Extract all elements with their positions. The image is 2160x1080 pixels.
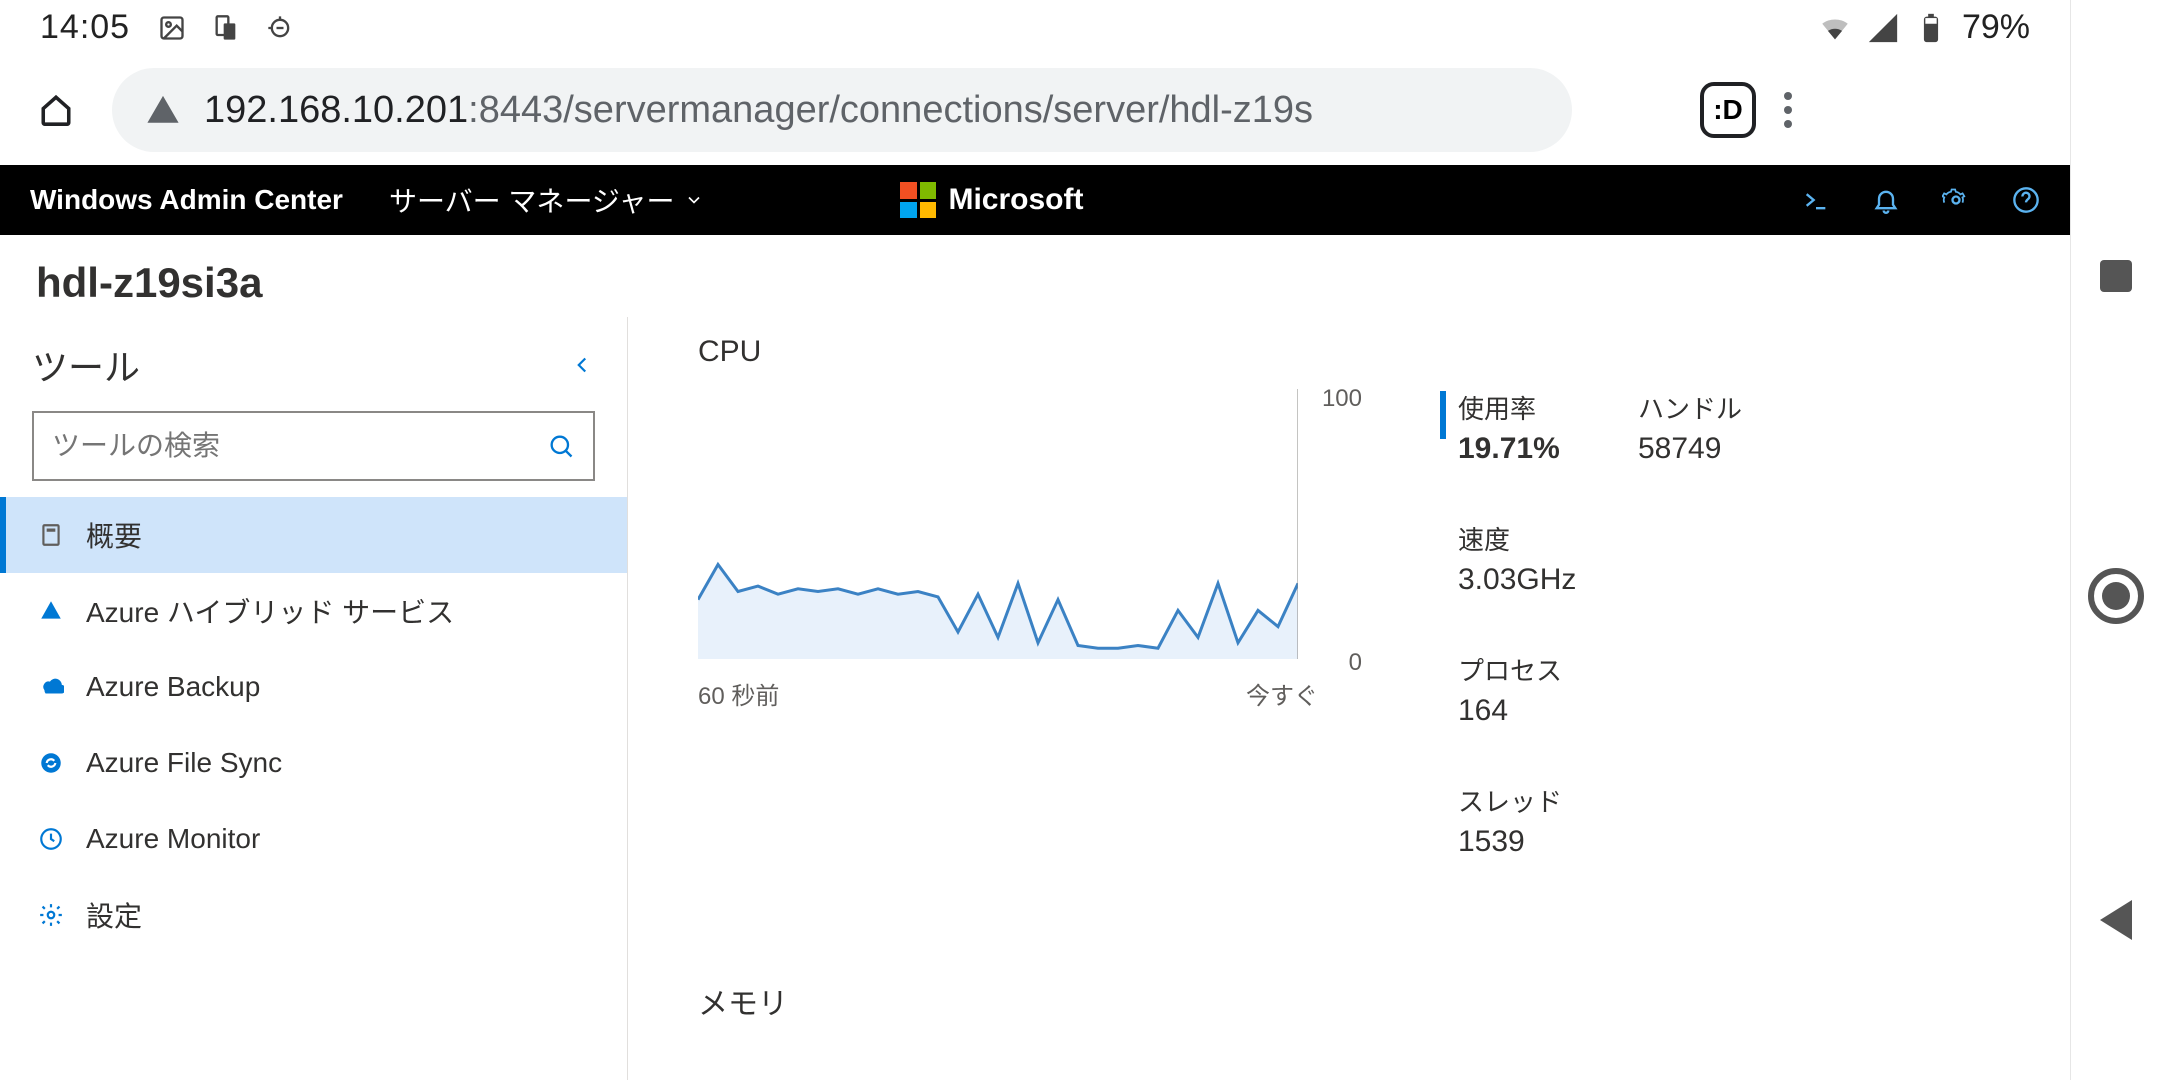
not-secure-icon (146, 93, 180, 127)
stat-usage: 使用率 19.71% (1458, 389, 1628, 466)
sidebar-item-settings[interactable]: 設定 (0, 877, 627, 953)
stat-selected-indicator (1440, 391, 1446, 439)
console-icon[interactable] (1802, 186, 1830, 214)
microsoft-logo-icon (900, 182, 936, 218)
cell-signal-icon (1866, 11, 1900, 45)
stat-processes: プロセス 164 (1458, 651, 1628, 728)
tools-search-input[interactable] (52, 430, 535, 462)
overview-icon (36, 522, 66, 548)
status-left-icons (158, 14, 294, 42)
url-path: :8443/servermanager/connections/server/h… (468, 89, 1313, 131)
stat-handles: ハンドル 58749 (1638, 389, 1808, 466)
sidebar-item-label: 設定 (86, 895, 142, 935)
backup-icon (36, 674, 66, 700)
x-axis-left: 60 秒前 (698, 676, 779, 711)
microsoft-brand: Microsoft (900, 182, 1083, 218)
gear-icon (36, 902, 66, 928)
image-icon (158, 14, 186, 42)
sidebar-item-overview[interactable]: 概要 (0, 497, 627, 573)
settings-icon[interactable] (1942, 186, 1970, 214)
browser-toolbar: 192.168.10.201:8443/servermanager/connec… (0, 55, 2070, 165)
home-icon (39, 93, 73, 127)
sidebar-item-azure-backup[interactable]: Azure Backup (0, 649, 627, 725)
cpu-chart: 100 0 60 秒前 今すぐ (698, 389, 1318, 699)
wifi-icon (1818, 11, 1852, 45)
tabs-button[interactable]: :D (1700, 82, 1756, 138)
power-icon (266, 14, 294, 42)
url-host: 192.168.10.201 (204, 89, 468, 131)
search-icon (547, 432, 575, 460)
tools-search[interactable] (32, 411, 595, 481)
sidebar-item-label: 概要 (86, 515, 142, 555)
y-axis-top: 100 (1322, 385, 1362, 413)
sidebar-item-azure-hybrid[interactable]: Azure ハイブリッド サービス (0, 573, 627, 649)
notifications-icon[interactable] (1872, 186, 1900, 214)
sidebar-item-label: Azure File Sync (86, 747, 282, 779)
cpu-sparkline (698, 389, 1298, 679)
home-button[interactable] (28, 82, 84, 138)
cpu-section-title: CPU (698, 335, 2010, 369)
url-bar[interactable]: 192.168.10.201:8443/servermanager/connec… (112, 68, 1572, 152)
collapse-sidebar-icon[interactable] (569, 352, 595, 378)
sidebar-item-label: Azure Monitor (86, 823, 260, 855)
azure-icon (36, 598, 66, 624)
sidebar-item-azure-monitor[interactable]: Azure Monitor (0, 801, 627, 877)
x-axis-right: 今すぐ (1246, 676, 1318, 711)
stat-speed: 速度 3.03GHz (1458, 520, 1628, 597)
android-nav-rail (2070, 0, 2160, 1080)
sidebar-item-label: Azure ハイブリッド サービス (86, 591, 454, 631)
android-overview-button[interactable] (2100, 260, 2132, 292)
chevron-down-icon (684, 190, 704, 210)
sidebar-item-azure-filesync[interactable]: Azure File Sync (0, 725, 627, 801)
battery-percent: 79% (1962, 8, 2030, 47)
tools-sidebar: ツール 概要 Azure ハイブリッド サービス Azure (0, 317, 628, 1080)
filesync-icon (36, 750, 66, 776)
tools-header: ツール (32, 339, 140, 391)
monitor-icon (36, 826, 66, 852)
cpu-stats: 使用率 19.71% ハンドル 58749 速度 3.03GHz (1458, 389, 1808, 859)
stat-threads: スレッド 1539 (1458, 782, 1628, 859)
server-title: hdl-z19si3a (0, 235, 2070, 317)
sidebar-item-label: Azure Backup (86, 671, 260, 703)
memory-section-title: メモリ (698, 979, 2010, 1023)
overview-panel: CPU 100 0 60 秒前 今すぐ (628, 317, 2070, 1080)
app-header: Windows Admin Center サーバー マネージャー Microso… (0, 165, 2070, 235)
android-status-bar: 14:05 79% (0, 0, 2070, 55)
help-icon[interactable] (2012, 186, 2040, 214)
y-axis-bottom: 0 (1349, 649, 1362, 677)
android-back-button[interactable] (2100, 900, 2132, 940)
devices-icon (212, 14, 240, 42)
battery-icon (1914, 11, 1948, 45)
browser-menu-button[interactable] (1784, 92, 1792, 128)
context-dropdown[interactable]: サーバー マネージャー (389, 180, 705, 220)
android-home-button[interactable] (2088, 568, 2144, 624)
clock: 14:05 (40, 8, 130, 47)
product-name[interactable]: Windows Admin Center (30, 184, 343, 216)
